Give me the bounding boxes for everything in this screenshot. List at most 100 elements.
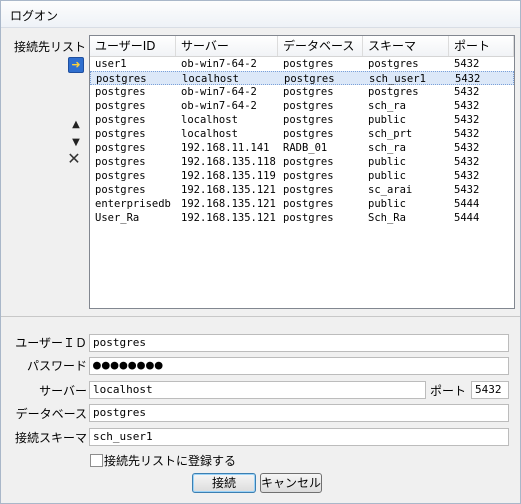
login-icon[interactable]: ➜ <box>68 57 84 73</box>
port-field[interactable]: 5432 <box>471 381 509 399</box>
cell-database: postgres <box>283 198 334 210</box>
cell-user-id: User_Ra <box>95 212 140 224</box>
cell-server: 192.168.135.121 <box>181 184 276 196</box>
column-header-server[interactable]: サーバー <box>176 36 278 56</box>
cancel-button[interactable]: キャンセル <box>260 473 322 493</box>
cell-schema: sch_ra <box>368 142 406 154</box>
cell-schema: postgres <box>368 58 419 70</box>
logon-dialog: ログオン 接続先リスト ➜ ▲ ▼ ✕ ユーザーID サーバー データベース ス… <box>0 0 521 504</box>
cell-port: 5432 <box>454 128 480 140</box>
cell-schema: sch_user1 <box>369 73 426 85</box>
table-row[interactable]: postgres ob-win7-64-2 postgres postgres … <box>90 85 514 99</box>
section-divider <box>1 316 520 317</box>
cell-port: 5432 <box>454 58 480 70</box>
schema-label: 接続スキーマ <box>14 431 87 445</box>
cell-schema: Sch_Ra <box>368 212 406 224</box>
server-field[interactable]: localhost <box>89 381 426 399</box>
cell-server: 192.168.135.121 <box>181 198 276 210</box>
table-row[interactable]: enterprisedb 192.168.135.121 postgres pu… <box>90 197 514 211</box>
table-row[interactable]: postgres ob-win7-64-2 postgres sch_ra 54… <box>90 99 514 113</box>
cell-user-id: user1 <box>95 58 127 70</box>
cell-user-id: postgres <box>95 128 146 140</box>
cell-database: postgres <box>283 212 334 224</box>
cell-server: ob-win7-64-2 <box>181 86 257 98</box>
table-row[interactable]: postgres 192.168.135.121 postgres sc_ara… <box>90 183 514 197</box>
cell-database: postgres <box>283 86 334 98</box>
connection-table[interactable]: ユーザーID サーバー データベース スキーマ ポート user1 ob-win… <box>89 35 515 309</box>
cell-port: 5432 <box>454 86 480 98</box>
cell-port: 5432 <box>454 156 480 168</box>
cell-server: ob-win7-64-2 <box>181 100 257 112</box>
register-checkbox[interactable] <box>90 454 103 467</box>
schema-field[interactable]: sch_user1 <box>89 428 509 446</box>
column-header-port[interactable]: ポート <box>449 36 514 56</box>
table-row[interactable]: postgres localhost postgres public 5432 <box>90 113 514 127</box>
cell-server: 192.168.135.119 <box>181 170 276 182</box>
column-header-user-id[interactable]: ユーザーID <box>90 36 176 56</box>
cell-server: 192.168.135.118 <box>181 156 276 168</box>
cell-server: 192.168.135.121 <box>181 212 276 224</box>
delete-icon[interactable]: ✕ <box>67 151 81 167</box>
server-label: サーバー <box>39 384 87 398</box>
port-label: ポート <box>429 384 466 398</box>
down-arrow-icon[interactable]: ▼ <box>69 136 83 150</box>
title-bar: ログオン <box>1 1 520 28</box>
cell-database: postgres <box>283 170 334 182</box>
cell-user-id: enterprisedb <box>95 198 171 210</box>
cell-port: 5432 <box>454 184 480 196</box>
cell-port: 5432 <box>455 73 481 85</box>
cell-port: 5432 <box>454 114 480 126</box>
window-title: ログオン <box>10 9 59 23</box>
table-row[interactable]: postgres localhost postgres sch_prt 5432 <box>90 127 514 141</box>
cell-server: localhost <box>181 128 238 140</box>
cell-database: postgres <box>283 184 334 196</box>
table-row[interactable]: postgres 192.168.11.141 RADB_01 sch_ra 5… <box>90 141 514 155</box>
column-header-schema[interactable]: スキーマ <box>363 36 449 56</box>
table-row[interactable]: user1 ob-win7-64-2 postgres postgres 543… <box>90 57 514 71</box>
user-id-field[interactable]: postgres <box>89 334 509 352</box>
cell-user-id: postgres <box>95 156 146 168</box>
connection-list-label: 接続先リスト <box>14 40 87 54</box>
cell-schema: public <box>368 114 406 126</box>
table-row[interactable]: postgres 192.168.135.118 postgres public… <box>90 155 514 169</box>
cell-user-id: postgres <box>95 86 146 98</box>
cell-server: 192.168.11.141 <box>181 142 270 154</box>
database-field[interactable]: postgres <box>89 404 509 422</box>
cell-user-id: postgres <box>96 73 147 85</box>
cell-schema: sc_arai <box>368 184 413 196</box>
cell-user-id: postgres <box>95 100 146 112</box>
cell-database: RADB_01 <box>283 142 328 154</box>
register-checkbox-label[interactable]: 接続先リストに登録する <box>104 452 236 469</box>
cell-schema: sch_prt <box>368 128 413 140</box>
cell-server: localhost <box>182 73 239 85</box>
cell-database: postgres <box>283 58 334 70</box>
cell-server: localhost <box>181 114 238 126</box>
cell-database: postgres <box>283 156 334 168</box>
cell-server: ob-win7-64-2 <box>181 58 257 70</box>
cell-port: 5444 <box>454 198 480 210</box>
cell-port: 5432 <box>454 142 480 154</box>
user-id-label: ユーザーＩＤ <box>15 336 87 350</box>
connect-button[interactable]: 接続 <box>192 473 256 493</box>
cell-schema: public <box>368 170 406 182</box>
password-field[interactable]: ●●●●●●●● <box>89 357 509 375</box>
cell-schema: public <box>368 156 406 168</box>
password-label: パスワード <box>26 359 87 373</box>
cell-port: 5432 <box>454 100 480 112</box>
table-row[interactable]: postgres 192.168.135.119 postgres public… <box>90 169 514 183</box>
cell-database: postgres <box>283 114 334 126</box>
column-header-database[interactable]: データベース <box>278 36 363 56</box>
table-header: ユーザーID サーバー データベース スキーマ ポート <box>90 36 514 57</box>
cell-user-id: postgres <box>95 142 146 154</box>
cell-user-id: postgres <box>95 184 146 196</box>
cell-user-id: postgres <box>95 170 146 182</box>
up-arrow-icon[interactable]: ▲ <box>69 118 83 132</box>
cell-port: 5432 <box>454 170 480 182</box>
table-row[interactable]: User_Ra 192.168.135.121 postgres Sch_Ra … <box>90 211 514 225</box>
table-row-selected[interactable]: postgres localhost postgres sch_user1 54… <box>90 71 514 85</box>
cell-schema: public <box>368 198 406 210</box>
cell-database: postgres <box>283 128 334 140</box>
cell-database: postgres <box>284 73 335 85</box>
cell-port: 5444 <box>454 212 480 224</box>
cell-schema: postgres <box>368 86 419 98</box>
